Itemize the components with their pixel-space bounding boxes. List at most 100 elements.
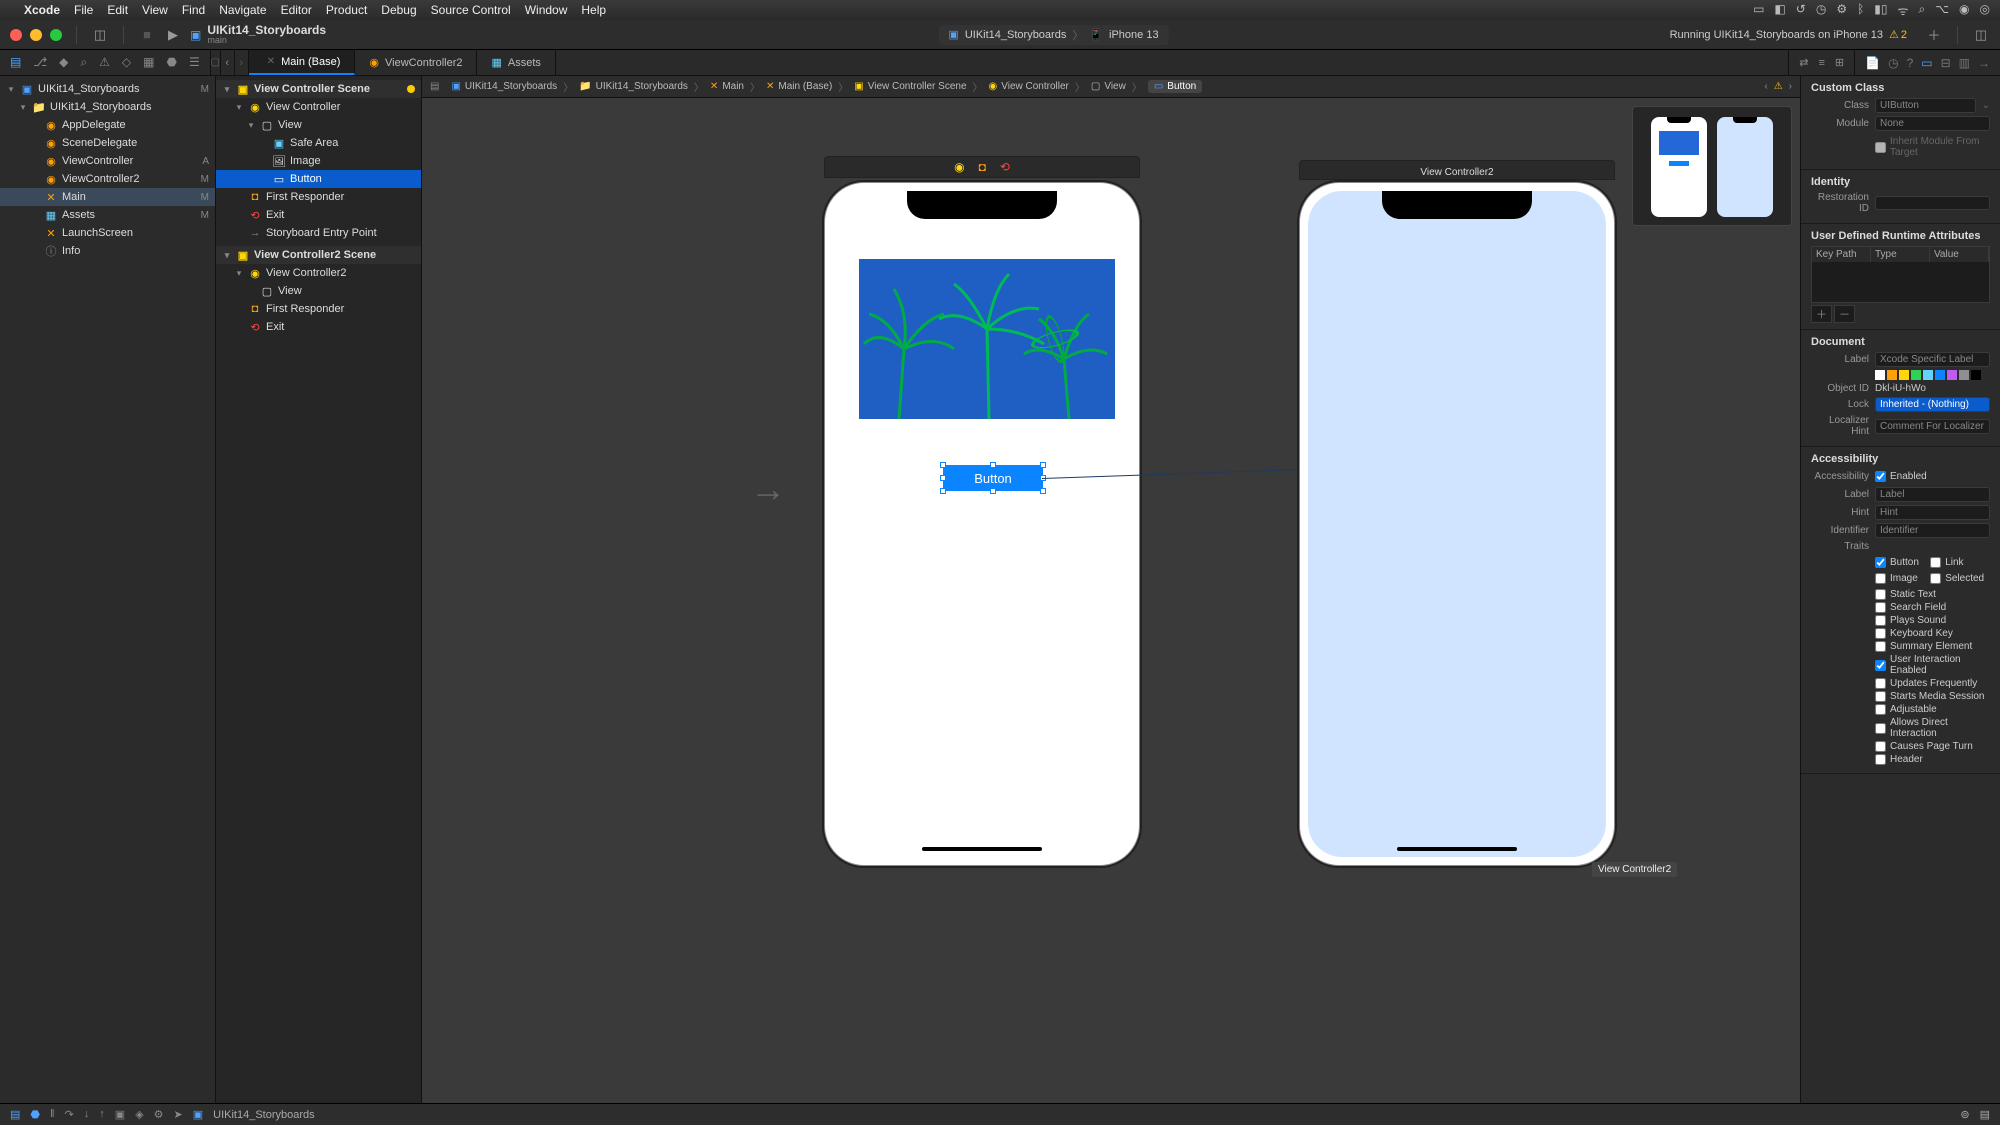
minimize-button[interactable]	[30, 29, 42, 41]
tab-main-storyboard[interactable]: ✕ Main (Base)	[249, 50, 356, 75]
file-assets[interactable]: ▦AssetsM	[0, 206, 215, 224]
color-swatch[interactable]	[1971, 370, 1981, 380]
outline-first-responder[interactable]: ◘First Responder	[216, 188, 421, 206]
outline-vc2[interactable]: ▾◉View Controller2	[216, 264, 421, 282]
view-debug-icon[interactable]: ▣	[115, 1108, 125, 1121]
attributes-inspector-icon[interactable]: ⊟	[1941, 56, 1951, 70]
menu-edit[interactable]: Edit	[107, 3, 128, 17]
project-group[interactable]: ▾📁 UIKit14_Storyboards	[0, 98, 215, 116]
file-appdelegate[interactable]: ◉AppDelegate	[0, 116, 215, 134]
trait-checkbox[interactable]	[1875, 589, 1886, 600]
canvas-minimap[interactable]	[1632, 106, 1792, 226]
class-dropdown-icon[interactable]: ⌄	[1982, 100, 1990, 111]
trait-checkbox[interactable]	[1875, 723, 1886, 734]
color-swatch[interactable]	[1887, 370, 1897, 380]
inspector-toggle-icon[interactable]: ◫	[1972, 26, 1990, 44]
accessibility-enabled-checkbox[interactable]	[1875, 471, 1886, 482]
first-responder-icon[interactable]: ◘	[979, 160, 986, 174]
next-issue-icon[interactable]: ›	[1789, 81, 1792, 92]
outline-exit2[interactable]: ⟲Exit	[216, 318, 421, 336]
trait-checkbox[interactable]	[1875, 678, 1886, 689]
add-attr-icon[interactable]: ＋	[1811, 305, 1832, 323]
color-swatch[interactable]	[1875, 370, 1885, 380]
project-title[interactable]: UIKit14_Storyboards main	[207, 24, 326, 45]
sidebar-toggle-icon[interactable]: ◫	[91, 26, 109, 44]
menu-find[interactable]: Find	[182, 3, 205, 17]
file-main-storyboard[interactable]: ✕MainM	[0, 188, 215, 206]
identity-inspector-icon[interactable]: ▭	[1921, 56, 1932, 70]
report-navigator-icon[interactable]: ☰	[189, 55, 200, 70]
step-into-icon[interactable]: ↓	[84, 1108, 90, 1121]
tab-viewcontroller2[interactable]: ◉ ViewController2	[355, 50, 477, 75]
trait-checkbox[interactable]	[1875, 628, 1886, 639]
issue-navigator-icon[interactable]: ⚠	[99, 55, 110, 70]
file-info[interactable]: ⓘInfo	[0, 242, 215, 260]
library-button[interactable]: ＋	[1925, 26, 1943, 44]
remove-attr-icon[interactable]: －	[1834, 305, 1855, 323]
trait-checkbox[interactable]	[1875, 754, 1886, 765]
tab-history-back-icon[interactable]: ▢	[211, 57, 220, 68]
menu-debug[interactable]: Debug	[381, 3, 416, 17]
bluetooth-icon[interactable]: ᛒ	[1857, 2, 1864, 19]
outline-entry-point[interactable]: →Storyboard Entry Point	[216, 224, 421, 242]
warning-badge[interactable]: ⚠2	[1889, 28, 1907, 41]
menu-source-control[interactable]: Source Control	[431, 3, 511, 17]
add-editor-icon[interactable]: ⊞	[1835, 56, 1844, 69]
trait-checkbox[interactable]	[1875, 602, 1886, 613]
acc-label-field[interactable]: Label	[1875, 487, 1990, 502]
close-button[interactable]	[10, 29, 22, 41]
battery-icon[interactable]: ▮▯	[1874, 2, 1887, 19]
clock-icon[interactable]: ◷	[1816, 2, 1826, 19]
localizer-hint-field[interactable]: Comment For Localizer	[1875, 419, 1990, 434]
inherit-module-checkbox[interactable]	[1875, 142, 1886, 153]
trait-checkbox[interactable]	[1875, 573, 1886, 584]
trait-checkbox[interactable]	[1875, 704, 1886, 715]
module-field[interactable]: None	[1875, 116, 1990, 131]
outline-toggle-icon[interactable]: ▤	[430, 81, 439, 92]
siri-icon[interactable]: ◎	[1980, 2, 1990, 19]
sync-icon[interactable]: ↺	[1796, 2, 1806, 19]
breakpoints-icon[interactable]: ⬣	[30, 1108, 40, 1121]
tab-assets[interactable]: ▦ Assets	[477, 50, 555, 75]
display-icon[interactable]: ▭	[1753, 2, 1764, 19]
color-swatch[interactable]	[1959, 370, 1969, 380]
file-launchscreen[interactable]: ✕LaunchScreen	[0, 224, 215, 242]
menu-view[interactable]: View	[142, 3, 168, 17]
memory-graph-icon[interactable]: ◈	[135, 1108, 143, 1121]
menu-product[interactable]: Product	[326, 3, 367, 17]
console-filter-icon[interactable]: ⊚	[1960, 1108, 1969, 1121]
color-swatch[interactable]	[1899, 370, 1909, 380]
outline-safearea[interactable]: ▣Safe Area	[216, 134, 421, 152]
zoom-button[interactable]	[50, 29, 62, 41]
lock-field[interactable]: Inherited - (Nothing)	[1875, 397, 1990, 412]
console-toggle-icon[interactable]: ▤	[1980, 1108, 1990, 1121]
color-swatch[interactable]	[1935, 370, 1945, 380]
help-inspector-icon[interactable]: ?	[1907, 56, 1914, 70]
acc-hint-field[interactable]: Hint	[1875, 505, 1990, 520]
menu-navigate[interactable]: Navigate	[219, 3, 266, 17]
size-inspector-icon[interactable]: ▥	[1959, 56, 1970, 70]
app-menu[interactable]: Xcode	[24, 3, 60, 17]
scheme-selector[interactable]: ▣ UIKit14_Storyboards 〉 📱 iPhone 13	[938, 25, 1168, 45]
minimap-vc2[interactable]	[1717, 117, 1773, 217]
debug-toggle-icon[interactable]: ▤	[10, 1108, 20, 1121]
control-center-icon[interactable]: ⌥	[1935, 2, 1949, 19]
menu-editor[interactable]: Editor	[281, 3, 312, 17]
trait-checkbox[interactable]	[1875, 615, 1886, 626]
editor-options-icon[interactable]: ≡	[1818, 57, 1824, 69]
project-root[interactable]: ▾▣ UIKit14_Storyboards M	[0, 80, 215, 98]
trait-checkbox[interactable]	[1875, 641, 1886, 652]
file-viewcontroller[interactable]: ◉ViewControllerA	[0, 152, 215, 170]
outline-first-responder2[interactable]: ◘First Responder	[216, 300, 421, 318]
doc-label-field[interactable]: Xcode Specific Label	[1875, 352, 1990, 367]
trait-checkbox[interactable]	[1875, 660, 1886, 671]
color-swatch[interactable]	[1911, 370, 1921, 380]
stage-manager-icon[interactable]: ◧	[1774, 2, 1785, 19]
exit-icon[interactable]: ⟲	[1000, 160, 1010, 174]
breakpoint-navigator-icon[interactable]: ⬣	[166, 55, 176, 70]
menu-window[interactable]: Window	[525, 3, 568, 17]
canvas-device-vc2[interactable]	[1299, 182, 1615, 866]
trait-checkbox[interactable]	[1875, 691, 1886, 702]
jump-bar[interactable]: ▤ ▣UIKit14_Storyboards〉 📁UIKit14_Storybo…	[422, 76, 1800, 98]
run-button[interactable]: ▶	[164, 26, 182, 44]
